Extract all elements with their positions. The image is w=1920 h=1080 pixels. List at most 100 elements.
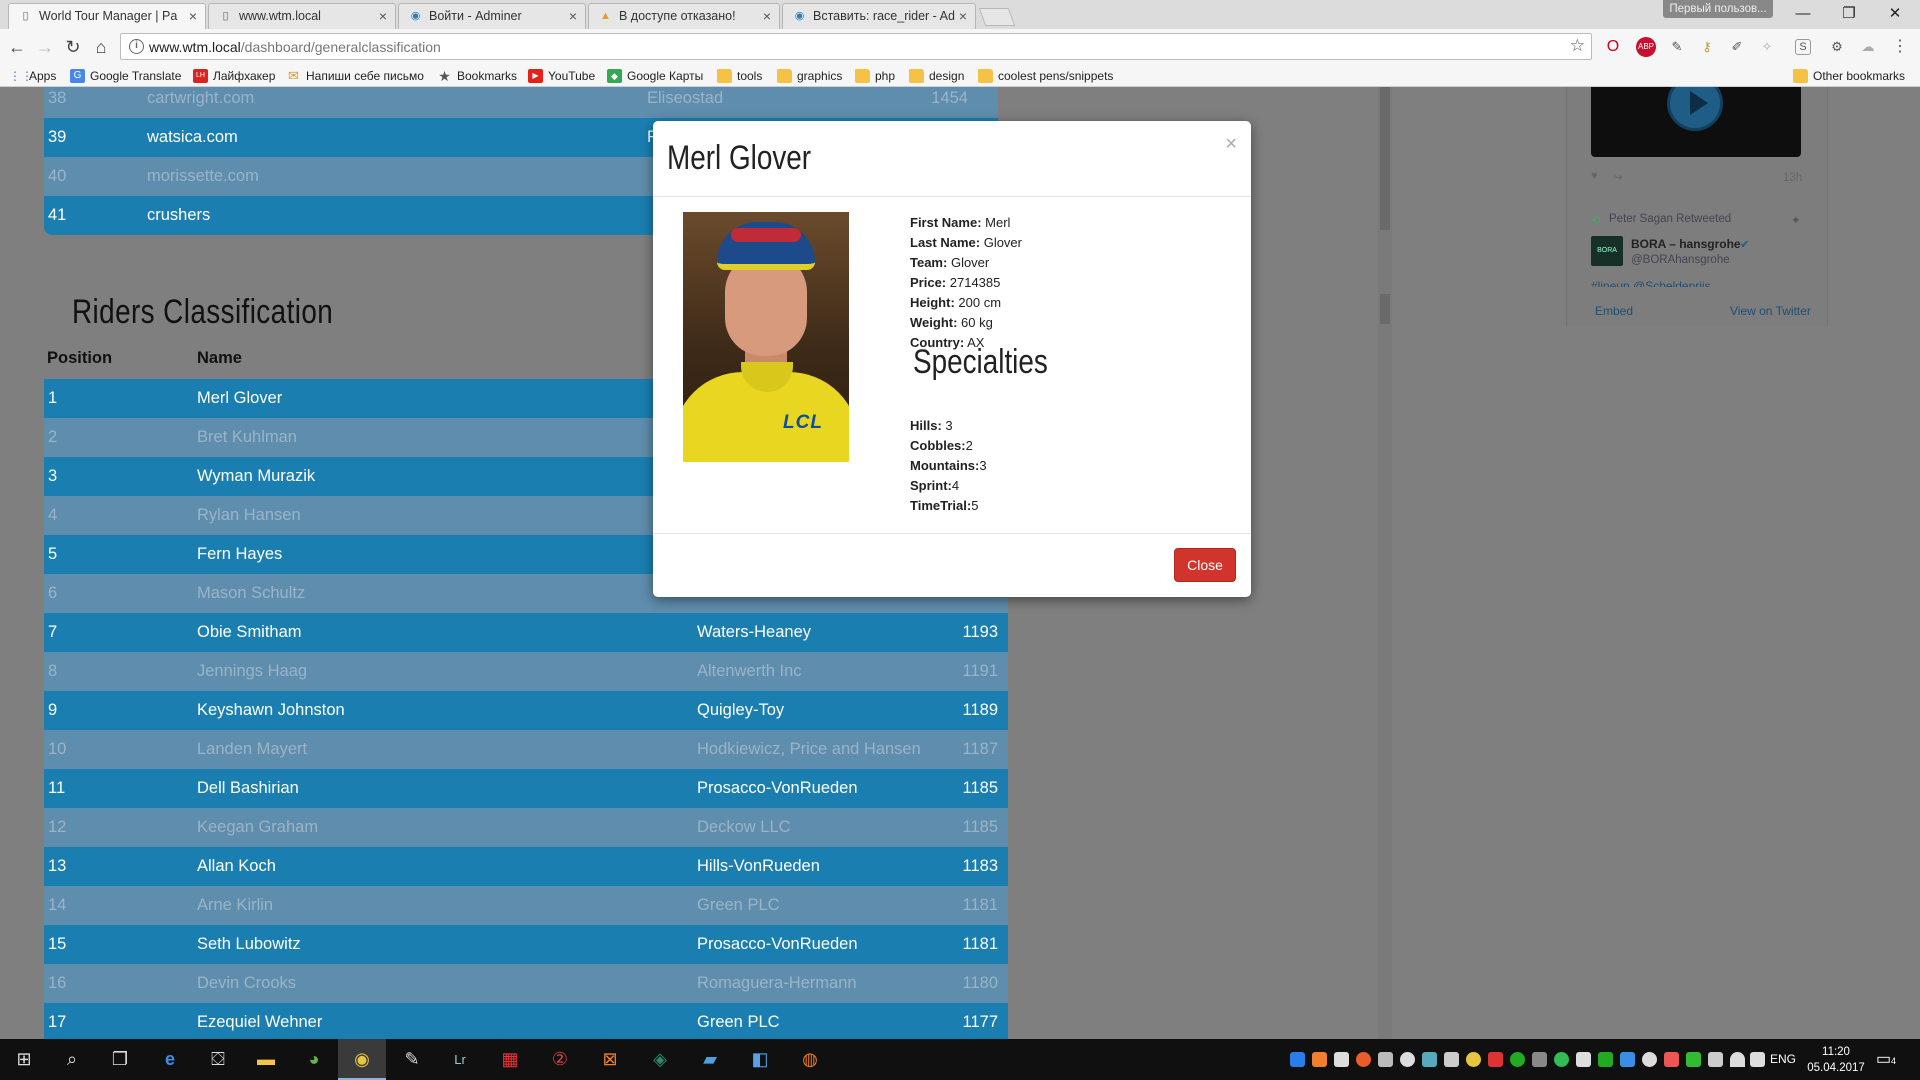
tray-icon[interactable]	[1422, 1052, 1437, 1067]
powershell-icon[interactable]: ▰	[686, 1039, 734, 1080]
bookmark-other[interactable]: Other bookmarks	[1793, 68, 1905, 84]
close-icon[interactable]: ×	[569, 4, 577, 28]
play-icon[interactable]	[1667, 87, 1723, 131]
wifi-icon[interactable]	[1730, 1052, 1745, 1067]
bookmark-apps[interactable]: ⋮⋮ Apps	[9, 68, 56, 84]
task-view-icon[interactable]: ❐	[96, 1039, 144, 1080]
close-icon[interactable]: ×	[379, 4, 387, 28]
table-row[interactable]: 17 Ezequiel Wehner Green PLC 1177	[44, 1003, 1008, 1039]
address-bar[interactable]: i www.wtm.local/dashboard/generalclassif…	[120, 33, 1592, 60]
onedrive-icon[interactable]	[1400, 1052, 1415, 1067]
table-row[interactable]: 9 Keyshawn Johnston Quigley-Toy 1189	[44, 691, 1008, 730]
chrome-icon[interactable]: ◉	[338, 1039, 386, 1080]
table-row[interactable]: 38 cartwright.com Eliseostad 1454	[44, 87, 998, 118]
tray-icon[interactable]	[1598, 1052, 1613, 1067]
tray-icon[interactable]	[1334, 1052, 1349, 1067]
table-row[interactable]: 12 Keegan Graham Deckow LLC 1185	[44, 808, 1008, 847]
app-2-icon[interactable]: ②	[536, 1039, 584, 1080]
close-icon[interactable]: ×	[763, 4, 771, 28]
minimize-icon[interactable]: —	[1780, 0, 1826, 28]
bookmark-folder-design[interactable]: design	[909, 68, 964, 84]
book-icon[interactable]: ✎	[1667, 37, 1687, 57]
embed-link[interactable]: Embed	[1595, 304, 1633, 318]
adblock-icon[interactable]: ABP	[1636, 37, 1656, 57]
tray-icon[interactable]	[1488, 1052, 1503, 1067]
table-row[interactable]: 15 Seth Lubowitz Prosacco-VonRueden 1181	[44, 925, 1008, 964]
account-name[interactable]: BORA – hansgrohe	[1631, 237, 1741, 251]
back-arrow-icon[interactable]: ←	[5, 35, 29, 59]
browser-tab[interactable]: ▯ World Tour Manager | Pa ×	[8, 3, 206, 29]
scroll-thumb[interactable]	[1380, 294, 1390, 324]
app-icon[interactable]: ◕	[290, 1039, 338, 1080]
bookmark-folder-pens[interactable]: coolest pens/snippets	[978, 68, 1113, 84]
reload-icon[interactable]: ↻	[61, 35, 85, 59]
bluetooth-icon[interactable]	[1642, 1052, 1657, 1067]
hashtag-line[interactable]: #lineup @Scheldepriis	[1591, 279, 1711, 287]
xampp-icon[interactable]: ⊠	[586, 1039, 634, 1080]
language-indicator[interactable]: ENG	[1770, 1052, 1796, 1066]
info-icon[interactable]: i	[129, 39, 144, 54]
tray-icon[interactable]	[1466, 1052, 1481, 1067]
close-window-icon[interactable]: ✕	[1872, 0, 1918, 28]
browser-tab[interactable]: ◉ Войти - Adminer ×	[398, 3, 586, 29]
windows-start-icon[interactable]: ⊞	[0, 1039, 48, 1080]
firefox-icon[interactable]: ◍	[786, 1039, 834, 1080]
tray-icon[interactable]	[1554, 1052, 1569, 1067]
close-icon[interactable]: ×	[1225, 133, 1237, 156]
bookmark-google-translate[interactable]: G Google Translate	[70, 68, 181, 84]
tray-icon[interactable]	[1378, 1052, 1393, 1067]
store-icon[interactable]: ⛋	[194, 1039, 242, 1080]
tweet-video[interactable]	[1591, 87, 1801, 157]
forward-arrow-icon[interactable]: →	[33, 35, 57, 59]
browser-tab[interactable]: ▯ www.wtm.local ×	[208, 3, 396, 29]
s-extension-icon[interactable]: S	[1795, 39, 1811, 55]
key-icon[interactable]: ⚷	[1697, 37, 1717, 57]
search-icon[interactable]: ⌕	[48, 1039, 96, 1080]
gear-icon[interactable]: ⚙	[1827, 37, 1847, 57]
tray-icon[interactable]	[1620, 1052, 1635, 1067]
bookmark-lifehacker[interactable]: LH Лайфхакер	[193, 68, 275, 84]
close-icon[interactable]: ×	[189, 4, 197, 28]
bookmark-youtube[interactable]: ▶ YouTube	[528, 68, 595, 84]
bookmark-folder-tools[interactable]: tools	[717, 68, 762, 84]
tray-icon[interactable]	[1510, 1052, 1525, 1067]
battery-icon[interactable]	[1708, 1052, 1723, 1067]
table-row[interactable]: 7 Obie Smitham Waters-Heaney 1193	[44, 613, 1008, 652]
table-row[interactable]: 11 Dell Bashirian Prosacco-VonRueden 1185	[44, 769, 1008, 808]
table-row[interactable]: 10 Landen Mayert Hodkiewicz, Price and Han…	[44, 730, 1008, 769]
drive-icon[interactable]	[1290, 1052, 1305, 1067]
browser-tab[interactable]: ▲ В доступе отказано! ×	[588, 3, 780, 29]
bookmark-folder-graphics[interactable]: graphics	[777, 68, 842, 84]
account-handle[interactable]: @BORAhansgrohe	[1631, 254, 1730, 266]
edge-icon[interactable]: e	[146, 1039, 194, 1080]
lightroom-icon[interactable]: Lr	[436, 1039, 484, 1080]
tray-icon[interactable]	[1444, 1052, 1459, 1067]
share-icon[interactable]: ↪	[1613, 170, 1623, 184]
table-row[interactable]: 8 Jennings Haag Altenwerth Inc 1191	[44, 652, 1008, 691]
notification-icon[interactable]: ▭ 4	[1876, 1049, 1898, 1069]
home-icon[interactable]: ⌂	[89, 35, 113, 59]
bookmark-folder-php[interactable]: php	[855, 68, 895, 84]
file-explorer-icon[interactable]: ▬	[242, 1039, 290, 1080]
update-icon[interactable]	[1356, 1052, 1371, 1067]
volume-icon[interactable]	[1750, 1052, 1765, 1067]
tray-icon[interactable]	[1686, 1052, 1701, 1067]
star-icon[interactable]: ☆	[1570, 36, 1585, 56]
new-tab-button[interactable]	[978, 8, 1016, 26]
menu-icon[interactable]: ⋮	[1890, 37, 1910, 57]
close-button[interactable]: Close	[1174, 548, 1236, 582]
url-text[interactable]: www.wtm.local/dashboard/generalclassific…	[149, 39, 441, 55]
like-icon[interactable]: ♥	[1591, 170, 1598, 182]
profile-badge[interactable]: Первый пользов...	[1663, 0, 1773, 18]
phpstorm-icon[interactable]: ◈	[636, 1039, 684, 1080]
tray-icon[interactable]	[1664, 1052, 1679, 1067]
bookmark-google-maps[interactable]: ◆ Google Карты	[607, 68, 703, 84]
bookmark-write-yourself[interactable]: ✉ Напиши себе письмо	[286, 68, 424, 84]
extension-icon[interactable]: ✧	[1757, 37, 1777, 57]
scroll-thumb[interactable]	[1380, 87, 1390, 230]
browser-tab[interactable]: ◉ Вставить: race_rider - Ad ×	[782, 3, 976, 29]
xampp-tray-icon[interactable]	[1312, 1052, 1327, 1067]
twitter-bird-icon[interactable]: ✦	[1791, 213, 1801, 227]
tray-icon[interactable]	[1532, 1052, 1547, 1067]
tray-icon[interactable]	[1576, 1052, 1591, 1067]
